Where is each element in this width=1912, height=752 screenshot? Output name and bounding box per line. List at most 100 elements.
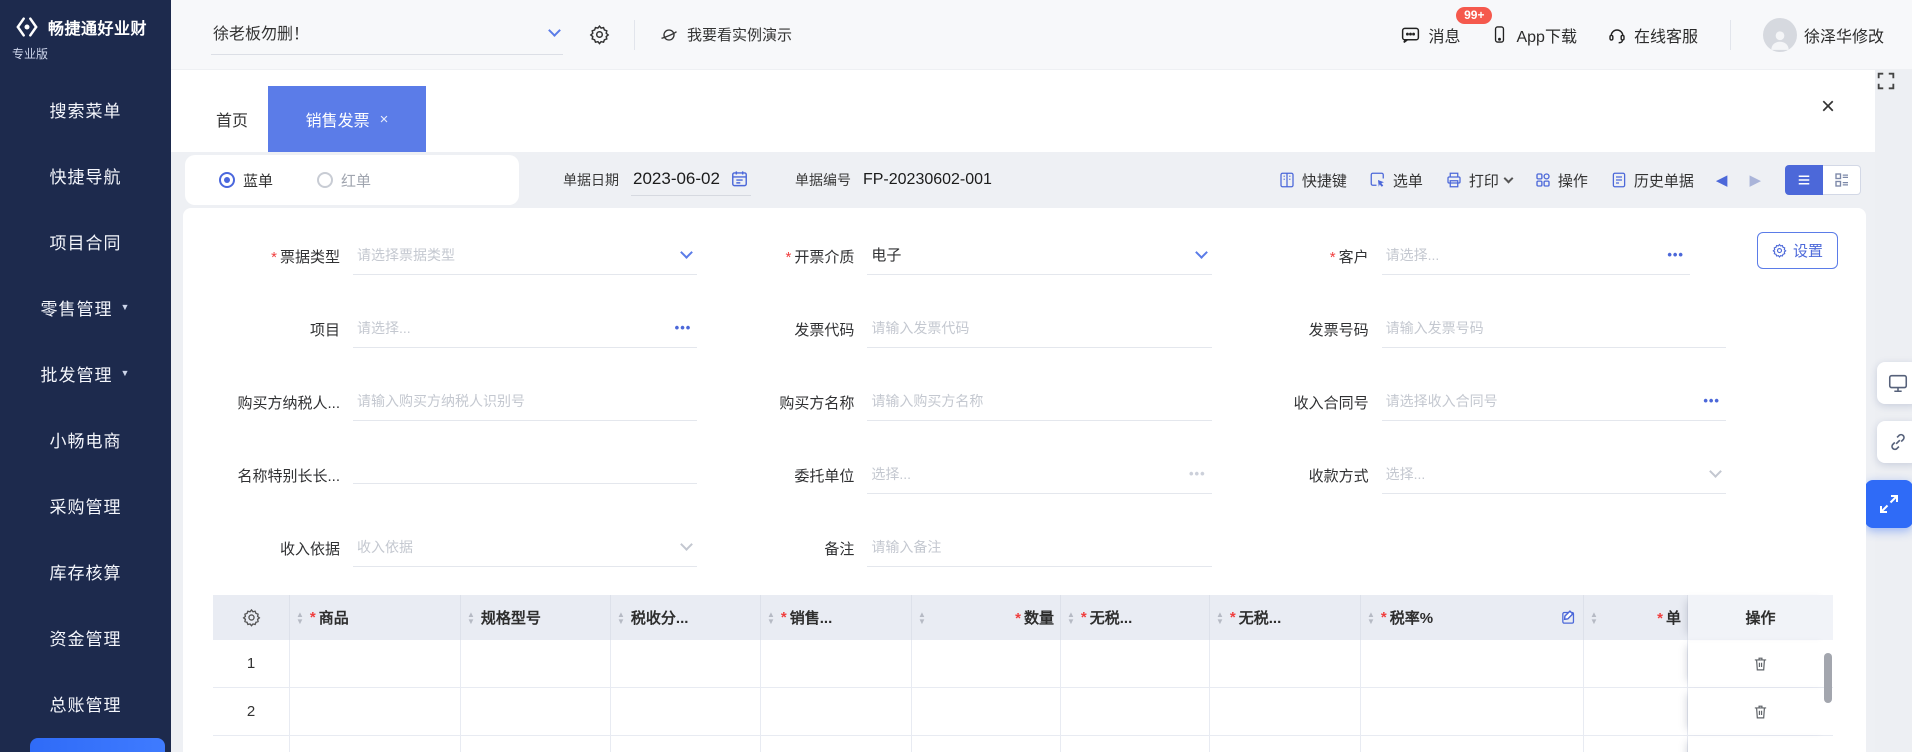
link-button[interactable]: [1877, 421, 1912, 463]
radio-blue-invoice[interactable]: 蓝单: [219, 170, 273, 191]
income-contract-select[interactable]: 请选择收入合同号 •••: [1381, 385, 1726, 421]
sidebar-item-ledger[interactable]: 总账管理: [0, 670, 171, 736]
sort-icon[interactable]: ▲ ▼: [1590, 610, 1598, 625]
buyer-name-input[interactable]: 请输入购买方名称: [867, 385, 1212, 421]
buyer-tax-id-input[interactable]: 请输入购买方纳税人识别号: [353, 385, 698, 421]
sort-icon[interactable]: ▲ ▼: [1367, 610, 1375, 625]
row-number: 1: [213, 640, 290, 687]
delete-row-icon[interactable]: [1752, 703, 1769, 720]
sidebar-item-retail[interactable]: 零售管理 ▼: [0, 274, 171, 340]
next-doc-icon[interactable]: ▶: [1749, 171, 1761, 189]
col-header-spec-model[interactable]: ▲ ▼ 规格型号: [461, 595, 611, 640]
entrust-unit-select[interactable]: 选择... •••: [867, 458, 1212, 494]
cell-quantity[interactable]: [912, 688, 1061, 735]
messages-button[interactable]: 消息 99+: [1400, 6, 1493, 47]
sidebar-item-purchase[interactable]: 采购管理: [0, 472, 171, 538]
company-name: 徐老板勿删！: [213, 26, 310, 43]
shortcut-keys-button[interactable]: 快捷键: [1278, 170, 1347, 191]
list-view-button[interactable]: [1785, 165, 1823, 195]
cell-quantity[interactable]: [912, 640, 1061, 687]
operations-button[interactable]: 操作: [1534, 170, 1588, 191]
sidebar-item-wholesale[interactable]: 批发管理 ▼: [0, 340, 171, 406]
radio-red-invoice[interactable]: 红单: [317, 170, 371, 191]
project-select[interactable]: 请选择... •••: [353, 312, 698, 348]
sidebar-item-quick-nav[interactable]: 快捷导航: [0, 142, 171, 208]
column-settings-gear-icon[interactable]: [213, 595, 290, 640]
help-panel-button[interactable]: [1877, 362, 1912, 404]
print-button[interactable]: 打印: [1445, 170, 1514, 191]
payment-method-select[interactable]: 选择...: [1381, 458, 1726, 494]
bill-type-select[interactable]: 请选择票据类型: [353, 239, 698, 275]
col-header-quantity[interactable]: ▲ ▼ * 数量: [912, 595, 1061, 640]
sort-icon[interactable]: ▲ ▼: [617, 610, 625, 625]
table-scrollbar[interactable]: [1824, 653, 1832, 703]
cell-unit-price[interactable]: [1584, 688, 1688, 735]
remark-input[interactable]: 请输入备注: [867, 531, 1212, 567]
cell-sales[interactable]: [761, 640, 912, 687]
col-header-tax-free-1[interactable]: ▲ ▼ * 无税...: [1061, 595, 1210, 640]
cell-unit-price[interactable]: [1584, 640, 1688, 687]
invoice-number-input[interactable]: 请输入发票号码: [1381, 312, 1726, 348]
col-header-tax-rate[interactable]: ▲ ▼ * 税率%: [1361, 595, 1584, 640]
online-service-button[interactable]: 在线客服: [1607, 23, 1698, 47]
settings-gear-icon[interactable]: [589, 24, 610, 45]
sidebar-item-project-contract[interactable]: 项目合同: [0, 208, 171, 274]
sort-icon[interactable]: ▲ ▼: [767, 610, 775, 625]
chevron-down-icon: [680, 246, 694, 259]
cell-tax-free-2[interactable]: [1210, 688, 1361, 735]
income-basis-select[interactable]: 收入依据: [353, 531, 698, 567]
col-header-unit-price[interactable]: ▲ ▼ * 单: [1584, 595, 1688, 640]
invoice-medium-select[interactable]: 电子: [867, 238, 1212, 275]
tab-sales-invoice[interactable]: 销售发票 ×: [268, 86, 426, 152]
cell-tax-free-2[interactable]: [1210, 640, 1361, 687]
long-name-input[interactable]: [353, 468, 698, 484]
cell-tax-free-1[interactable]: [1061, 640, 1210, 687]
sort-icon[interactable]: ▲ ▼: [296, 610, 304, 625]
doc-date-field[interactable]: 2023-06-02: [631, 165, 751, 196]
fullscreen-icon[interactable]: [1875, 70, 1912, 92]
divider: [1729, 19, 1731, 50]
col-header-tax-free-2[interactable]: ▲ ▼ * 无税...: [1210, 595, 1361, 640]
cell-tax-rate[interactable]: [1361, 640, 1584, 687]
sidebar-item-search-menu[interactable]: 搜索菜单: [0, 76, 171, 142]
sidebar-item-funds[interactable]: 资金管理: [0, 604, 171, 670]
demo-link[interactable]: 我要看实例演示: [659, 24, 792, 45]
cell-product[interactable]: [290, 688, 461, 735]
sidebar-item-ecommerce[interactable]: 小畅电商: [0, 406, 171, 472]
col-header-product[interactable]: ▲ ▼ * 商品: [290, 595, 461, 640]
invoice-code-input[interactable]: 请输入发票代码: [867, 312, 1212, 348]
delete-row-icon[interactable]: [1752, 655, 1769, 672]
sort-icon[interactable]: ▲ ▼: [918, 610, 926, 625]
sort-icon[interactable]: ▲ ▼: [1067, 610, 1075, 625]
company-selector[interactable]: 徐老板勿删！: [211, 14, 563, 55]
customer-select[interactable]: 请选择... •••: [1381, 239, 1690, 275]
prev-doc-icon[interactable]: ◀: [1716, 171, 1728, 189]
app-download-button[interactable]: App下载: [1490, 23, 1577, 47]
pick-order-button[interactable]: 选单: [1369, 170, 1423, 191]
cell-spec[interactable]: [461, 688, 611, 735]
calendar-icon[interactable]: [730, 169, 749, 188]
brand-edition: 专业版: [12, 47, 49, 61]
sort-icon[interactable]: ▲ ▼: [1216, 610, 1224, 625]
card-view-button[interactable]: [1823, 165, 1861, 195]
cell-tax-category[interactable]: [611, 640, 761, 687]
sidebar-bottom-button[interactable]: [30, 738, 165, 752]
edit-icon[interactable]: [1560, 609, 1577, 626]
cell-tax-free-1[interactable]: [1061, 688, 1210, 735]
expand-button[interactable]: [1865, 480, 1912, 528]
sidebar-item-inventory[interactable]: 库存核算: [0, 538, 171, 604]
col-header-tax-category[interactable]: ▲ ▼ 税收分...: [611, 595, 761, 640]
history-docs-button[interactable]: 历史单据: [1610, 170, 1694, 191]
tab-close-icon[interactable]: ×: [380, 111, 389, 128]
cell-product[interactable]: [290, 640, 461, 687]
cell-tax-category[interactable]: [611, 688, 761, 735]
cell-sales[interactable]: [761, 688, 912, 735]
user-menu[interactable]: 徐泽华修改: [1762, 17, 1884, 52]
cell-tax-rate[interactable]: [1361, 688, 1584, 735]
sort-icon[interactable]: ▲ ▼: [467, 610, 475, 625]
close-page-icon[interactable]: ×: [1821, 95, 1835, 119]
cell-spec[interactable]: [461, 640, 611, 687]
settings-button[interactable]: 设置: [1756, 232, 1838, 269]
col-header-sales[interactable]: ▲ ▼ * 销售...: [761, 595, 912, 640]
tab-home[interactable]: 首页: [196, 86, 268, 152]
